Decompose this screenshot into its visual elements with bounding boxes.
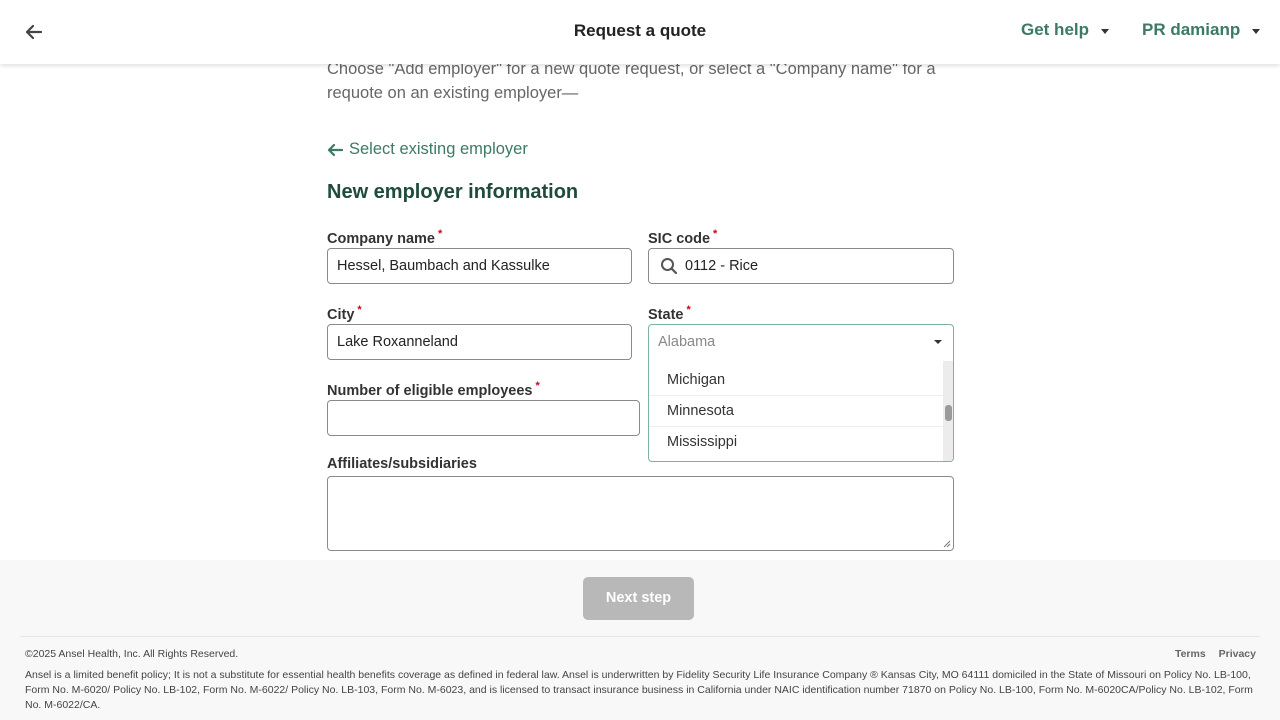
- disclaimer-text: Ansel is a limited benefit policy; It is…: [25, 669, 1253, 711]
- footer-links: Terms Privacy: [1165, 648, 1256, 660]
- city-input[interactable]: Lake Roxanneland: [327, 324, 632, 360]
- intro-text: Choose "Add employer" for a new quote re…: [327, 60, 936, 102]
- caret-down-icon: [1252, 28, 1261, 34]
- back-button[interactable]: [22, 20, 46, 44]
- city-label: City *: [327, 304, 362, 323]
- state-select[interactable]: Alabama Michigan Minnesota Mississippi: [648, 324, 954, 462]
- top-bar: Request a quote Get help PR damianp: [0, 0, 1280, 64]
- affiliates-label: Affiliates/subsidiaries: [327, 456, 477, 472]
- employees-label-text: Number of eligible employees: [327, 382, 533, 399]
- affiliates-textarea[interactable]: [327, 476, 954, 551]
- sic-code-input[interactable]: 0112 - Rice: [648, 248, 954, 284]
- state-options-list: Michigan Minnesota Mississippi: [649, 365, 943, 458]
- arrow-left-icon: [327, 143, 343, 156]
- next-step-button[interactable]: Next step: [583, 577, 694, 620]
- section-title: New employer information: [327, 181, 579, 203]
- required-marker: *: [713, 228, 718, 240]
- terms-link[interactable]: Terms: [1175, 648, 1206, 660]
- state-label: State *: [648, 304, 691, 323]
- select-existing-employer-link[interactable]: Select existing employer: [327, 140, 528, 159]
- company-name-label-text: Company name: [327, 230, 435, 247]
- state-option[interactable]: Mississippi: [649, 427, 943, 458]
- required-marker: *: [686, 304, 691, 316]
- state-list-scroll-thumb[interactable]: [945, 405, 952, 421]
- search-icon: [661, 258, 678, 275]
- arrow-left-icon: [25, 24, 43, 40]
- sic-code-label-text: SIC code: [648, 230, 711, 247]
- state-label-text: State: [648, 306, 684, 323]
- city-label-text: City: [327, 306, 355, 323]
- get-help-label: Get help: [1021, 20, 1090, 39]
- state-select-value: Alabama: [658, 334, 716, 350]
- sic-code-label: SIC code *: [648, 228, 717, 247]
- copyright-text: ©2025 Ansel Health, Inc. All Rights Rese…: [25, 648, 239, 660]
- employees-input[interactable]: [327, 400, 640, 436]
- user-menu[interactable]: PR damianp: [1142, 20, 1261, 40]
- user-menu-label: PR damianp: [1142, 20, 1241, 39]
- required-marker: *: [535, 380, 540, 392]
- footer-divider: [20, 636, 1260, 637]
- state-option[interactable]: Minnesota: [649, 396, 943, 427]
- company-name-input[interactable]: Hessel, Baumbach and Kassulke: [327, 248, 632, 284]
- company-name-label: Company name *: [327, 228, 442, 247]
- caret-down-icon: [934, 340, 942, 344]
- employees-label: Number of eligible employees *: [327, 380, 540, 399]
- get-help-menu[interactable]: Get help: [1021, 20, 1110, 40]
- required-marker: *: [357, 304, 362, 316]
- state-option[interactable]: Michigan: [649, 365, 943, 396]
- footer: Next step ©2025 Ansel Health, Inc. All R…: [0, 560, 1280, 720]
- required-marker: *: [437, 228, 443, 240]
- resize-handle-icon[interactable]: [943, 540, 951, 548]
- caret-down-icon: [1101, 28, 1110, 34]
- select-existing-label: Select existing employer: [349, 140, 528, 158]
- privacy-link[interactable]: Privacy: [1219, 648, 1256, 660]
